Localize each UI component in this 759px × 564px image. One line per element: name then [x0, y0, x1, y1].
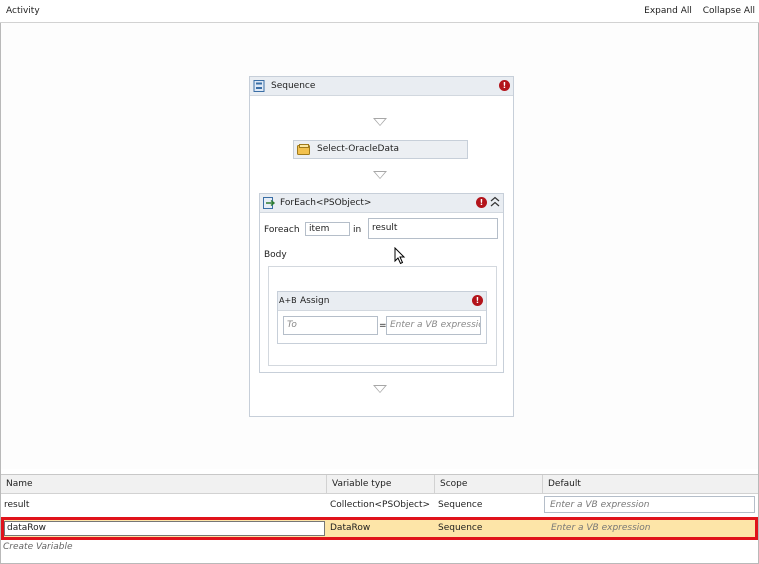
assign-header[interactable]: A+B Assign ! [278, 292, 486, 311]
assign-title: Assign [300, 296, 330, 306]
foreach-label: Foreach [264, 225, 300, 235]
expand-all-link[interactable]: Expand All [644, 6, 692, 16]
variable-scope-cell[interactable]: Sequence [435, 495, 543, 515]
column-header-scope[interactable]: Scope [435, 475, 543, 494]
sequence-icon [253, 80, 265, 95]
select-oracledata-label: Select-OracleData [317, 144, 400, 154]
column-header-variable-type[interactable]: Variable type [327, 475, 435, 494]
foreach-title: ForEach<PSObject> [280, 198, 372, 208]
column-header-name[interactable]: Name [1, 475, 327, 494]
body-label: Body [264, 250, 287, 260]
variable-type-cell[interactable]: Collection<PSObject> [327, 495, 435, 515]
variables-panel: Name Variable type Scope Default result … [1, 474, 758, 563]
drop-arrow-icon[interactable] [373, 385, 387, 393]
table-row[interactable]: result Collection<PSObject> Sequence Ent… [1, 495, 758, 516]
variable-name-input[interactable]: dataRow [4, 521, 325, 536]
collapse-chevron-icon[interactable] [490, 196, 500, 211]
mouse-cursor-icon [394, 246, 406, 268]
variable-name-cell[interactable]: result [1, 495, 327, 515]
breadcrumb[interactable]: Activity [6, 6, 40, 16]
variable-scope-cell[interactable]: Sequence [435, 518, 543, 538]
assign-activity[interactable]: A+B Assign ! To = Enter a VB expressic [277, 291, 487, 344]
create-variable-link[interactable]: Create Variable [3, 542, 73, 552]
variable-type-cell[interactable]: DataRow [327, 518, 435, 538]
collection-field[interactable]: result [368, 218, 498, 239]
variable-default-field[interactable]: Enter a VB expression [546, 518, 754, 538]
variable-default-field[interactable]: Enter a VB expression [544, 496, 755, 513]
activity-icon [297, 144, 311, 158]
error-icon[interactable]: ! [472, 295, 483, 306]
foreach-activity[interactable]: ForEach<PSObject> ! Foreach item in resu… [259, 193, 504, 373]
in-label: in [353, 225, 362, 235]
item-field[interactable]: item [305, 222, 350, 236]
body-container[interactable]: A+B Assign ! To = Enter a VB expressic [268, 266, 497, 366]
error-icon[interactable]: ! [499, 80, 510, 91]
error-icon[interactable]: ! [476, 197, 487, 208]
designer-header: Activity Expand All Collapse All [0, 0, 759, 23]
workflow-canvas[interactable]: Sequence ! Select-OracleData ForEach<PSO… [1, 23, 758, 469]
foreach-icon [263, 197, 276, 212]
drop-arrow-icon[interactable] [373, 118, 387, 126]
drop-arrow-icon[interactable] [373, 171, 387, 179]
sequence-header[interactable]: Sequence ! [250, 77, 513, 96]
foreach-header[interactable]: ForEach<PSObject> ! [260, 194, 503, 213]
select-oracledata-activity[interactable]: Select-OracleData [293, 140, 468, 159]
assign-value-field[interactable]: Enter a VB expressic [386, 316, 481, 335]
column-header-default[interactable]: Default [543, 475, 758, 494]
assign-icon: A+B [279, 296, 297, 305]
sequence-title: Sequence [271, 81, 316, 91]
collapse-all-link[interactable]: Collapse All [703, 6, 755, 16]
table-row-selected[interactable]: dataRow DataRow Sequence Enter a VB expr… [1, 517, 758, 540]
assign-to-field[interactable]: To [283, 316, 378, 335]
